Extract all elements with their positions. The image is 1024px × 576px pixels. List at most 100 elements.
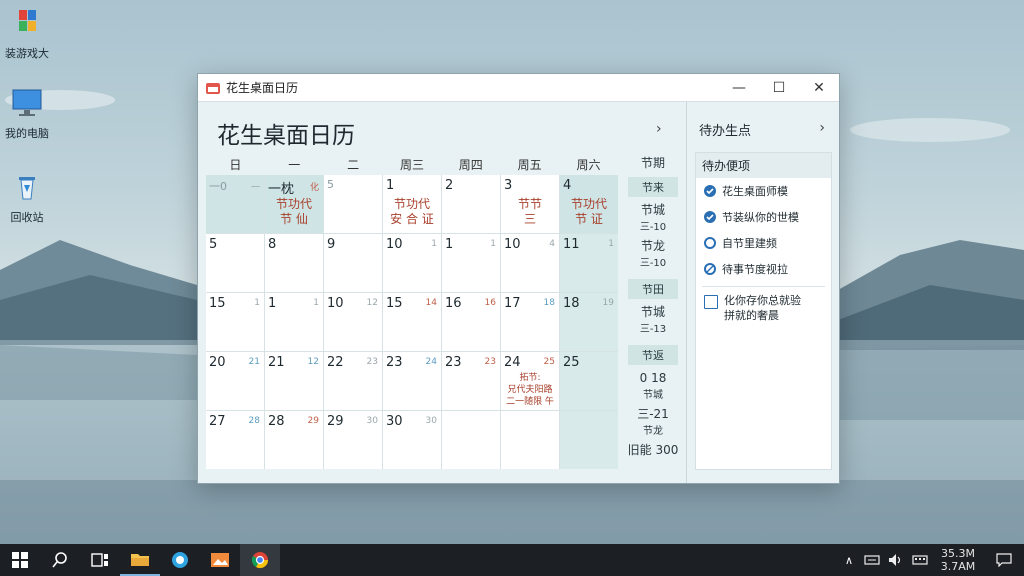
- next-month-button[interactable]: ›: [656, 121, 662, 137]
- day-number: 15: [386, 296, 403, 311]
- desktop-icon-label: 回收站: [10, 211, 44, 224]
- day-cell[interactable]: 1 节功代 安 合 证: [383, 175, 441, 233]
- day-cell[interactable]: 10 12: [324, 293, 382, 351]
- task-view-icon: [91, 553, 108, 567]
- checked-icon[interactable]: [704, 211, 716, 223]
- network-button[interactable]: [860, 544, 884, 576]
- day-cell[interactable]: 2: [442, 175, 500, 233]
- checked-icon[interactable]: [704, 185, 716, 197]
- window-titlebar[interactable]: 花生桌面日历 — ☐ ✕: [198, 74, 839, 102]
- desktop-icon-recycle[interactable]: 回收站: [0, 172, 62, 225]
- chrome-button[interactable]: [240, 544, 280, 576]
- day-cell[interactable]: 16 16: [442, 293, 500, 351]
- day-cell[interactable]: 24 25 拓节: 兄代夫阳路 二一随限 午: [501, 352, 559, 410]
- lunar-date: 24: [425, 357, 437, 367]
- todo-item-label: 待事节度视拉: [722, 263, 788, 276]
- day-cell[interactable]: 一0 一: [206, 175, 264, 233]
- close-button[interactable]: ✕: [799, 74, 839, 101]
- photos-app-button[interactable]: [200, 544, 240, 576]
- day-cell[interactable]: 10 1: [383, 234, 441, 292]
- day-cell[interactable]: 一枕 化节功代 节 仙: [265, 175, 323, 233]
- day-cell[interactable]: [560, 411, 618, 469]
- festival-item: 三-13: [639, 324, 667, 335]
- clock-time: 35.3M: [941, 547, 975, 560]
- lunar-date: 30: [366, 416, 378, 426]
- ime-button[interactable]: [908, 544, 932, 576]
- festival-badge[interactable]: 节来: [628, 177, 678, 197]
- day-number: 21: [268, 355, 285, 370]
- day-cell[interactable]: 28 29: [265, 411, 323, 469]
- day-cell[interactable]: 11: [442, 234, 500, 292]
- day-cell[interactable]: 23 24: [383, 352, 441, 410]
- festival-badge[interactable]: 节田: [628, 279, 678, 299]
- festival-item: 节城: [640, 305, 665, 319]
- folder-icon: [131, 554, 149, 566]
- day-cell[interactable]: 8: [265, 234, 323, 292]
- day-cell[interactable]: 22 23: [324, 352, 382, 410]
- todo-item[interactable]: 节装纵你的世模: [696, 204, 831, 230]
- day-cell[interactable]: 10 4: [501, 234, 559, 292]
- file-explorer-button[interactable]: [120, 544, 160, 576]
- day-cell[interactable]: 5: [324, 175, 382, 233]
- day-cell[interactable]: 15 14: [383, 293, 441, 351]
- clock[interactable]: 35.3M 3.7AM: [932, 547, 984, 573]
- day-cell[interactable]: 3 节节 三: [501, 175, 559, 233]
- day-cell[interactable]: 20 21: [206, 352, 264, 410]
- keyboard-icon: [912, 555, 928, 565]
- windows-logo-icon: [12, 552, 28, 568]
- day-number: 10: [327, 296, 344, 311]
- app-tiles-icon: [19, 10, 36, 31]
- day-number: 3: [504, 178, 513, 193]
- show-hidden-icons-button[interactable]: ∧: [838, 544, 860, 576]
- day-number: 18: [563, 296, 580, 311]
- lunar-date: 1: [313, 298, 319, 308]
- task-view-button[interactable]: [80, 544, 120, 576]
- edit-icon[interactable]: [704, 263, 716, 275]
- volume-button[interactable]: [884, 544, 908, 576]
- day-cell[interactable]: 29 30: [324, 411, 382, 469]
- day-cell[interactable]: 27 28: [206, 411, 264, 469]
- start-button[interactable]: [0, 544, 40, 576]
- checkbox-icon[interactable]: [704, 295, 718, 309]
- todo-item[interactable]: 待事节度视拉: [696, 256, 831, 282]
- todo-item[interactable]: 自节里建频: [696, 230, 831, 256]
- festival-badge[interactable]: 节返: [628, 345, 678, 365]
- holiday-label: 节功代 节 仙: [275, 197, 312, 226]
- day-number: 30: [386, 414, 403, 429]
- desktop-icon-computer[interactable]: 我的电脑: [0, 88, 62, 141]
- day-cell[interactable]: 17 18: [501, 293, 559, 351]
- day-cell[interactable]: 4 节功代 节 证: [560, 175, 618, 233]
- day-cell[interactable]: 21 12: [265, 352, 323, 410]
- weekday-label: 周四: [458, 158, 483, 172]
- tasks-next-button[interactable]: ›: [819, 120, 825, 136]
- chat-app-button[interactable]: [160, 544, 200, 576]
- day-cell[interactable]: 23 23: [442, 352, 500, 410]
- minimize-button[interactable]: —: [719, 74, 759, 101]
- search-button[interactable]: [40, 544, 80, 576]
- day-cell[interactable]: 30 30: [383, 411, 441, 469]
- pending-task-label: 化你存你总就验 拼就的奢晨: [724, 294, 801, 322]
- month-grid: 一0 一一枕化节功代 节 仙 5 1 节功代 安 合 证 2 3 节节 三 4 节功代 节 证58…: [206, 175, 618, 469]
- day-cell[interactable]: 15 1: [206, 293, 264, 351]
- notifications-button[interactable]: [984, 544, 1024, 576]
- lunar-date: 1: [608, 239, 614, 249]
- day-cell[interactable]: [501, 411, 559, 469]
- day-cell[interactable]: 9: [324, 234, 382, 292]
- day-number: 4: [563, 178, 572, 193]
- holiday-label: 拓节: 兄代夫阳路 二一随限 午: [506, 373, 554, 407]
- day-cell[interactable]: 5: [206, 234, 264, 292]
- festival-item: 节龙: [640, 239, 665, 253]
- day-cell[interactable]: 11: [265, 293, 323, 351]
- desktop-icon-games[interactable]: 装游戏大: [0, 8, 62, 61]
- day-number: 24: [504, 355, 521, 370]
- lunar-date: 25: [543, 357, 555, 367]
- day-cell[interactable]: 18 19: [560, 293, 618, 351]
- day-cell[interactable]: 11 1: [560, 234, 618, 292]
- day-cell[interactable]: 25: [560, 352, 618, 410]
- in-progress-icon[interactable]: [704, 237, 716, 249]
- pending-task[interactable]: 化你存你总就验 拼就的奢晨: [696, 291, 831, 323]
- day-number: 20: [209, 355, 226, 370]
- maximize-button[interactable]: ☐: [759, 74, 799, 101]
- day-cell[interactable]: [442, 411, 500, 469]
- todo-item[interactable]: 花生桌面师模: [696, 178, 831, 204]
